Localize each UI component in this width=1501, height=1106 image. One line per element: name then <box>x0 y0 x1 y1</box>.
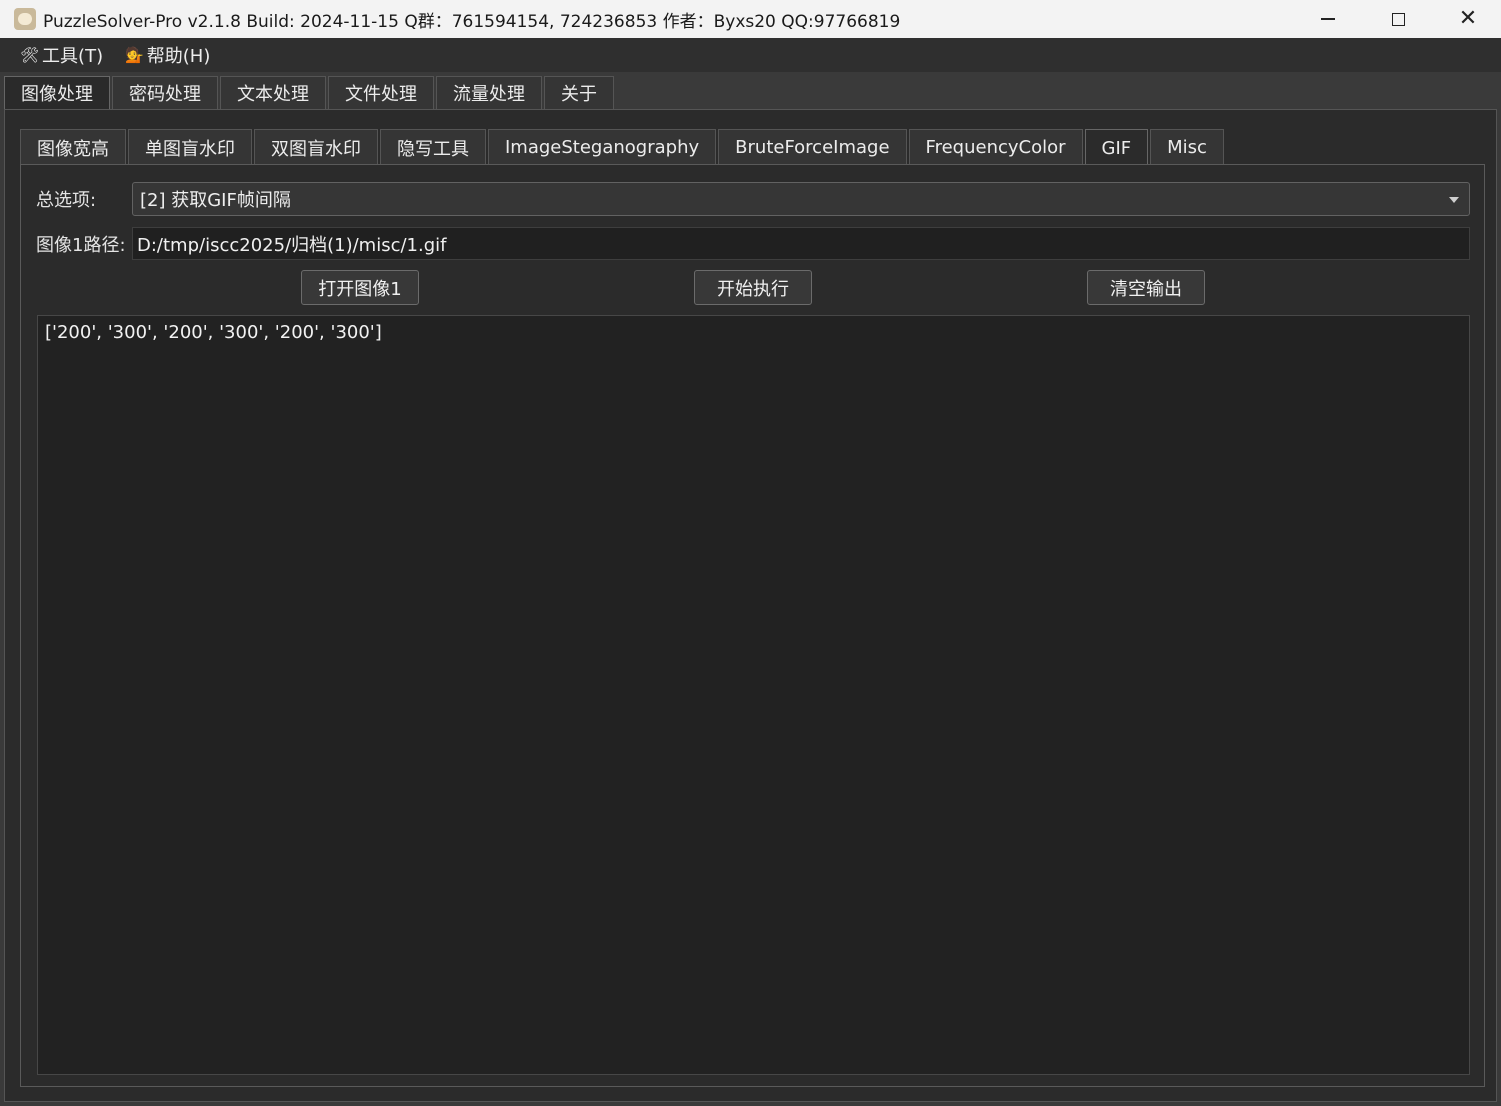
tab-about[interactable]: 关于 <box>544 76 614 109</box>
title-bar: PuzzleSolver-Pro v2.1.8 Build: 2024-11-1… <box>0 0 1501 38</box>
image-path-value: D:/tmp/iscc2025/归档(1)/misc/1.gif <box>137 234 447 256</box>
output-textarea[interactable]: ['200', '300', '200', '300', '200', '300… <box>37 315 1470 1075</box>
open-image-button[interactable]: 打开图像1 <box>301 270 419 305</box>
menu-help-label: 帮助(H) <box>146 46 211 67</box>
option-select[interactable]: [2] 获取GIF帧间隔 <box>132 182 1470 216</box>
tab-file-processing[interactable]: 文件处理 <box>328 76 434 109</box>
chevron-down-icon <box>1449 197 1459 203</box>
maximize-icon <box>1391 12 1405 26</box>
start-execute-button[interactable]: 开始执行 <box>694 270 812 305</box>
option-label: 总选项: <box>36 190 97 211</box>
tab-image-dimensions[interactable]: 图像宽高 <box>20 129 126 165</box>
close-button[interactable]: ✕ <box>1433 0 1501 38</box>
tab-misc[interactable]: Misc <box>1150 129 1224 165</box>
tab-crypto-processing[interactable]: 密码处理 <box>112 76 218 109</box>
tab-image-processing[interactable]: 图像处理 <box>4 76 110 109</box>
maximize-button[interactable] <box>1363 0 1433 38</box>
tab-brute-force-image[interactable]: BruteForceImage <box>718 129 907 165</box>
option-select-value: [2] 获取GIF帧间隔 <box>140 190 291 211</box>
tab-dual-blind-watermark[interactable]: 双图盲水印 <box>254 129 378 165</box>
tab-single-blind-watermark[interactable]: 单图盲水印 <box>128 129 252 165</box>
menu-help[interactable]: 💁 帮助(H) <box>117 38 218 72</box>
clear-output-button[interactable]: 清空输出 <box>1087 270 1205 305</box>
minimize-button[interactable] <box>1293 0 1363 38</box>
image-path-label: 图像1路径: <box>36 235 126 256</box>
tab-text-processing[interactable]: 文本处理 <box>220 76 326 109</box>
tab-gif[interactable]: GIF <box>1084 129 1149 166</box>
app-icon <box>14 8 36 30</box>
tab-stego-tools[interactable]: 隐写工具 <box>380 129 486 165</box>
main-tab-bar: 图像处理 密码处理 文本处理 文件处理 流量处理 关于 <box>4 76 616 110</box>
tools-icon: 🛠 <box>20 46 40 64</box>
tab-traffic-processing[interactable]: 流量处理 <box>436 76 542 109</box>
sub-tab-bar: 图像宽高 单图盲水印 双图盲水印 隐写工具 ImageSteganography… <box>20 129 1226 166</box>
output-text: ['200', '300', '200', '300', '200', '300… <box>45 322 382 343</box>
tab-frequency-color[interactable]: FrequencyColor <box>908 129 1083 165</box>
tab-image-steganography[interactable]: ImageSteganography <box>488 129 717 165</box>
menu-tools[interactable]: 🛠 工具(T) <box>12 38 111 72</box>
image-path-input[interactable]: D:/tmp/iscc2025/归档(1)/misc/1.gif <box>132 227 1470 260</box>
close-icon: ✕ <box>1458 6 1478 31</box>
minimize-icon <box>1321 18 1335 20</box>
menu-tools-label: 工具(T) <box>42 46 104 67</box>
help-icon: 💁 <box>125 46 144 64</box>
window-title: PuzzleSolver-Pro v2.1.8 Build: 2024-11-1… <box>43 11 901 32</box>
menu-bar: 🛠 工具(T) 💁 帮助(H) <box>0 38 1501 72</box>
